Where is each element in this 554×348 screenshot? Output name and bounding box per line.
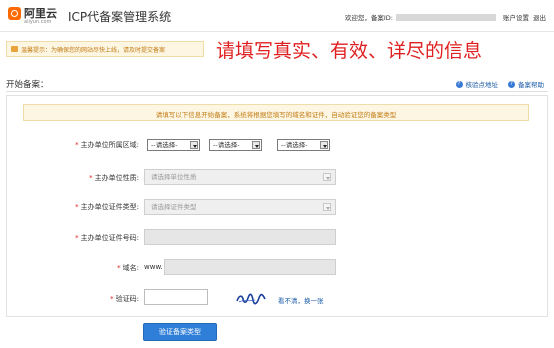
nature-label: * 主办单位性质: bbox=[89, 174, 139, 182]
cert-type-select[interactable]: 请选择证件类型 bbox=[144, 199, 336, 215]
verify-address-link[interactable]: ? 核验点地址 bbox=[455, 79, 499, 89]
info-bar: 请填写以下信息开始备案，系统将根据您填写的域名和证件，自动验证您的备案类型 bbox=[23, 104, 529, 121]
chevron-down-icon bbox=[190, 141, 198, 149]
help-link[interactable]: ? 备案帮助 bbox=[508, 79, 544, 89]
cert-type-label: * 主办单位证件类型: bbox=[75, 203, 139, 211]
app-title: ICP代备案管理系统 bbox=[68, 10, 172, 24]
city-select[interactable]: --请选择- bbox=[209, 139, 262, 151]
help-label: 备案帮助 bbox=[518, 81, 544, 89]
user-nav: 欢迎您，备案ID: 账户设置 退出 bbox=[345, 12, 546, 22]
verify-address-label: 核验点地址 bbox=[465, 81, 499, 89]
nature-select[interactable]: 请选择单位性质 bbox=[144, 169, 336, 185]
captcha-refresh-link[interactable]: 看不清，换一张 bbox=[278, 295, 324, 305]
form-panel: 请填写以下信息开始备案，系统将根据您填写的域名和证件，自动验证您的备案类型 * 主… bbox=[6, 95, 548, 317]
top-header: 阿里云 aliyun.com ICP代备案管理系统 欢迎您，备案ID: 账户设置… bbox=[0, 0, 554, 32]
cert-no-input[interactable] bbox=[144, 229, 336, 245]
question-icon: ? bbox=[455, 80, 463, 88]
region-label: * 主办单位所属区域: bbox=[75, 141, 139, 149]
verify-type-button[interactable]: 验证备案类型 bbox=[143, 323, 217, 341]
captcha-label: * 验证码: bbox=[110, 295, 139, 303]
help-links: ? 核验点地址 ? 备案帮助 bbox=[446, 79, 544, 89]
chevron-down-icon bbox=[320, 141, 328, 149]
question-icon: ? bbox=[508, 80, 515, 88]
domain-label: * 域名: bbox=[117, 264, 139, 272]
page-title: 开始备案： bbox=[6, 80, 49, 90]
logout-link[interactable]: 退出 bbox=[533, 12, 546, 22]
account-settings-link[interactable]: 账户设置 bbox=[503, 12, 529, 22]
logo-domain-text: aliyun.com bbox=[24, 19, 52, 25]
captcha-input[interactable] bbox=[144, 289, 208, 305]
welcome-text: 欢迎您，备案ID: bbox=[344, 14, 393, 22]
aliyun-logo-icon[interactable] bbox=[8, 7, 21, 20]
domain-prefix: www. bbox=[144, 263, 163, 271]
domain-input[interactable] bbox=[164, 259, 336, 275]
cert-no-label: * 主办单位证件号码: bbox=[75, 234, 139, 242]
province-select[interactable]: --请选择- bbox=[147, 139, 200, 151]
divider bbox=[6, 91, 548, 92]
notice-bar: 温馨提示：为确保您的网站尽快上线，请及时提交备案 bbox=[6, 41, 204, 57]
annotation-text: 请填写真实、有效、详尽的信息 bbox=[216, 40, 483, 62]
notice-speaker-icon bbox=[11, 46, 18, 52]
notice-text: 温馨提示：为确保您的网站尽快上线，请及时提交备案 bbox=[21, 47, 166, 54]
masked-account-id bbox=[396, 13, 496, 21]
info-text: 请填写以下信息开始备案，系统将根据您填写的域名和证件，自动验证您的备案类型 bbox=[155, 111, 397, 119]
captcha-image[interactable] bbox=[235, 293, 267, 305]
chevron-down-icon bbox=[252, 141, 260, 149]
chevron-down-icon bbox=[323, 173, 331, 181]
district-select[interactable]: --请选择- bbox=[277, 139, 330, 151]
chevron-down-icon bbox=[323, 203, 331, 211]
